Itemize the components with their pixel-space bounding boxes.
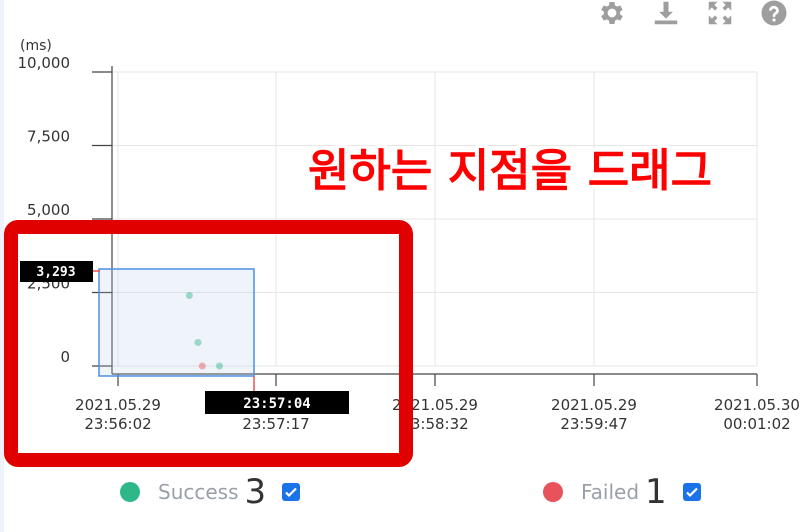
- legend-item-failed: Failed 1: [543, 470, 701, 514]
- x-tick-time: 23:56:02: [84, 415, 151, 433]
- x-tick-date: 2021.05.30: [714, 396, 800, 414]
- failed-dot-icon: [543, 482, 563, 502]
- y-axis-labels: 10,0007,5005,0002,5000: [18, 54, 71, 366]
- failed-checkbox[interactable]: [682, 483, 701, 501]
- x-tick-date: 2021.05.29: [551, 396, 637, 414]
- x-readout-value: 23:57:04: [243, 396, 310, 412]
- scatter-chart[interactable]: (ms) 10,0007,5005,0002,5000 2021.05.2923…: [0, 0, 809, 470]
- legend-count-success: 3: [244, 472, 267, 512]
- x-tick-time: 00:01:02: [723, 415, 790, 433]
- x-axis-labels: 2021.05.2923:56:022021.05.2923:57:172021…: [75, 396, 800, 433]
- selection-rectangle[interactable]: [98, 268, 255, 377]
- y-tick-label: 0: [60, 348, 70, 366]
- drag-instruction-text: 원하는 지점을 드래그: [308, 144, 712, 197]
- legend-item-success: Success 3: [120, 470, 301, 514]
- y-readout-value: 3,293: [36, 265, 75, 280]
- y-tick-label: 7,500: [27, 128, 70, 146]
- checkmark-icon: [285, 487, 297, 498]
- data-point-success: [216, 362, 223, 370]
- y-tick-label: 10,000: [18, 54, 71, 72]
- legend-label-success: Success: [158, 480, 239, 504]
- y-tick-label: 5,000: [27, 201, 70, 219]
- data-point-success: [194, 338, 202, 346]
- legend-label-failed: Failed: [581, 480, 640, 504]
- legend-count-failed: 1: [645, 472, 667, 512]
- y-axis-unit-label: (ms): [20, 38, 52, 54]
- success-checkbox[interactable]: [282, 483, 301, 501]
- success-dot-icon: [120, 482, 140, 502]
- data-point-failed: [198, 362, 206, 370]
- x-tick-time: 23:57:17: [242, 415, 309, 433]
- x-tick-date: 2021.05.29: [75, 396, 161, 414]
- chart-legend: Success 3 Failed 1: [0, 470, 809, 514]
- data-point-success: [185, 291, 193, 299]
- x-tick-time: 23:59:47: [560, 415, 627, 433]
- checkmark-icon: [685, 487, 698, 498]
